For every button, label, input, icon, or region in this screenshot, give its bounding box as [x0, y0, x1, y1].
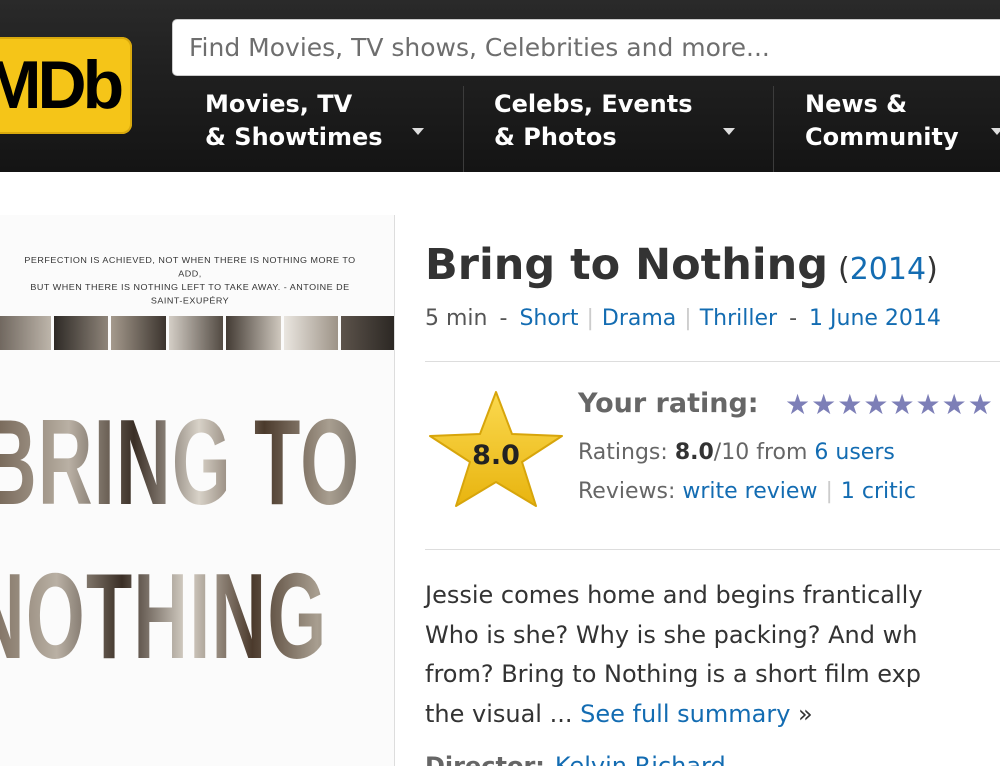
star-icon[interactable]: ★	[942, 388, 968, 421]
poster-frame	[168, 316, 224, 350]
genre-link-thriller[interactable]: Thriller	[700, 306, 777, 331]
nav-label-line1: News &	[805, 90, 908, 118]
star-rating-value: 8.0	[472, 440, 520, 471]
poster-frame	[0, 316, 51, 350]
summary-text: the visual ...	[425, 699, 581, 728]
chevron-down-icon	[723, 128, 735, 135]
director-link[interactable]: Kelvin Richard	[555, 752, 726, 766]
nav-label-line2: Community	[805, 123, 959, 151]
poster-frame	[53, 316, 109, 350]
see-full-summary-link[interactable]: See full summary	[580, 700, 790, 728]
nav-label-line1: Celebs, Events	[494, 90, 693, 118]
divider	[425, 361, 1000, 362]
your-rating-label: Your rating:	[578, 388, 759, 419]
poster-title-line1: BRING TO	[0, 401, 394, 523]
star-icon[interactable]: ★	[863, 388, 889, 421]
release-date-link[interactable]: 1 June 2014	[809, 306, 941, 331]
director-label: Director:	[425, 752, 545, 766]
poster-tagline-line1: PERFECTION IS ACHIEVED, NOT WHEN THERE I…	[24, 255, 356, 279]
imdb-logo[interactable]: IMDb	[0, 37, 132, 134]
poster-tagline-line2: BUT WHEN THERE IS NOTHING LEFT TO TAKE A…	[30, 282, 350, 306]
nav-news-community[interactable]: News & Community	[805, 88, 1000, 168]
star-icon[interactable]: ★	[811, 388, 837, 421]
page-title: Bring to Nothing	[425, 240, 828, 290]
reviews-summary: Reviews: write review | 1 critic	[578, 479, 916, 504]
separator: |	[586, 306, 594, 331]
poster-frame	[111, 316, 166, 350]
poster-frame	[283, 316, 339, 350]
nav-divider	[773, 86, 774, 172]
director-row: Director: Kelvin Richard	[425, 752, 726, 766]
ratings-label: Ratings:	[578, 440, 668, 465]
nav-celebs-events-photos[interactable]: Celebs, Events & Photos	[494, 88, 764, 168]
year-link[interactable]: 2014	[850, 252, 926, 287]
star-icon[interactable]: ★	[889, 388, 915, 421]
arrow-icon: »	[798, 699, 813, 728]
separator: -	[499, 306, 508, 331]
poster-frame	[341, 316, 394, 350]
genre-link-drama[interactable]: Drama	[602, 306, 676, 331]
summary-line: Jessie comes home and begins frantically	[425, 581, 923, 609]
separator: |	[825, 479, 833, 504]
star-icon[interactable]: ★	[968, 388, 994, 421]
star-icon[interactable]: ★	[785, 388, 811, 421]
title-year: (2014)	[837, 252, 938, 287]
poster-film-strip	[0, 316, 394, 350]
nav-movies-tv-showtimes[interactable]: Movies, TV & Showtimes	[205, 88, 455, 168]
chevron-down-icon	[412, 128, 424, 135]
title-meta: 5 min - Short | Drama | Thriller -1 June 2014	[425, 306, 941, 331]
separator: -	[789, 306, 798, 331]
star-icon[interactable]: ★	[916, 388, 942, 421]
critic-reviews-link[interactable]: 1 critic	[841, 479, 916, 504]
chevron-down-icon	[991, 128, 1000, 135]
plot-summary: Jessie comes home and begins frantically…	[425, 576, 1000, 734]
nav-label-line2: & Showtimes	[205, 123, 383, 151]
user-rating-stars[interactable]: ★★★★★★★★	[785, 388, 994, 421]
poster-title-line2: NOTHING	[0, 555, 394, 677]
title-header: Bring to Nothing (2014)	[425, 240, 938, 290]
genre-link-short[interactable]: Short	[519, 306, 578, 331]
write-review-link[interactable]: write review	[682, 479, 817, 504]
rating-users-link[interactable]: 6 users	[814, 440, 894, 465]
poster-column: PERFECTION IS ACHIEVED, NOT WHEN THERE I…	[0, 215, 394, 766]
nav-label-line1: Movies, TV	[205, 90, 353, 118]
nav-divider	[463, 86, 464, 172]
movie-poster[interactable]: PERFECTION IS ACHIEVED, NOT WHEN THERE I…	[0, 215, 394, 766]
nav-label-line2: & Photos	[494, 123, 617, 151]
rating-out-of: /10 from	[713, 440, 808, 465]
divider	[425, 549, 1000, 550]
summary-line: Who is she? Why is she packing? And wh	[425, 620, 918, 649]
star-icon[interactable]: ★	[837, 388, 863, 421]
ratings-summary: Ratings: 8.0/10 from 6 users	[578, 440, 895, 465]
summary-line: from? Bring to Nothing is a short film e…	[425, 660, 922, 688]
poster-tagline: PERFECTION IS ACHIEVED, NOT WHEN THERE I…	[20, 254, 360, 308]
column-divider	[394, 215, 395, 766]
search-box[interactable]	[172, 19, 1000, 76]
search-input[interactable]	[173, 20, 1000, 75]
runtime: 5 min	[425, 306, 488, 331]
rating-score: 8.0	[674, 440, 714, 465]
site-header: IMDb Movies, TV & Showtimes Celebs, Even…	[0, 0, 1000, 172]
summary-line: the visual ... See full summary »	[425, 695, 1000, 735]
reviews-label: Reviews:	[578, 479, 676, 504]
separator: |	[684, 306, 692, 331]
poster-frame	[226, 316, 281, 350]
